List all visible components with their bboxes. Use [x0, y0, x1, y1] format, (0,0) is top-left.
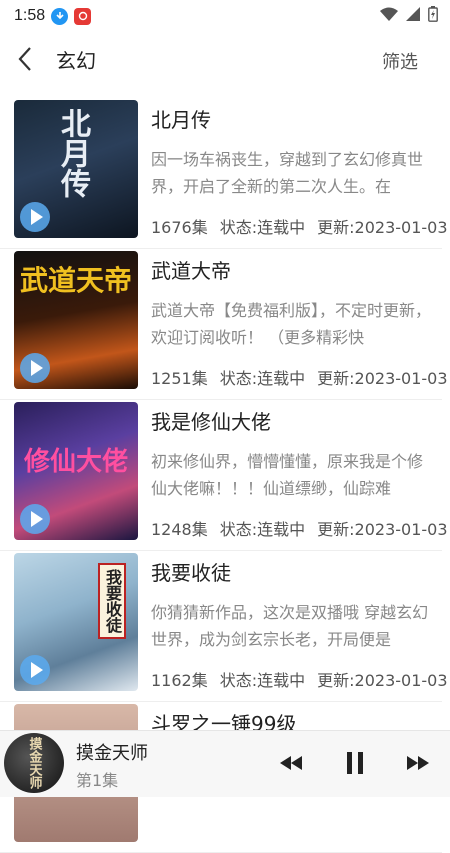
rewind-icon: [280, 756, 302, 770]
update-date: 更新:2023-01-03: [317, 369, 448, 388]
episode-count: 1162集: [151, 671, 208, 690]
list-item[interactable]: 我要收徒 我要收徒 你猜猜新作品，这次是双播哦 穿越玄幻世界，成为剑玄宗长老，开…: [0, 551, 448, 702]
battery-icon: [428, 6, 438, 26]
cover-title: 修仙大佬: [23, 447, 128, 477]
status-time: 1:58: [14, 7, 46, 24]
wifi-icon: [380, 7, 398, 25]
pause-icon: [347, 752, 363, 774]
download-icon: [51, 7, 69, 25]
episode-count: 1251集: [151, 369, 208, 388]
music-app-icon: [74, 7, 92, 25]
update-date: 更新:2023-01-03: [317, 218, 448, 237]
book-description: 武道大帝【免费福利版】，不定时更新，欢迎订阅收听！ （更多精彩快: [151, 301, 432, 347]
book-meta: 1162集 状态:连载中 更新:2023-01-03: [151, 667, 450, 691]
book-meta: 1248集 状态:连载中 更新:2023-01-03: [151, 516, 450, 540]
list-item[interactable]: 北月传 北月传 因一场车祸丧生，穿越到了玄幻修真世界，开启了全新的第二次人生。在…: [0, 98, 448, 249]
filter-button[interactable]: 筛选: [382, 48, 418, 74]
book-title: 北月传: [151, 108, 211, 132]
play-icon[interactable]: [20, 202, 50, 232]
mini-player[interactable]: 摸金天师 摸金天师 第1集: [0, 730, 450, 797]
book-cover[interactable]: 我要收徒: [14, 553, 138, 691]
app-header: 玄幻 筛选: [0, 32, 450, 86]
update-date: 更新:2023-01-03: [317, 671, 448, 690]
book-title: 我要收徒: [151, 561, 231, 585]
book-cover[interactable]: 北月传: [14, 100, 138, 238]
cover-title: 北月传: [55, 108, 90, 198]
play-icon[interactable]: [20, 504, 50, 534]
back-button[interactable]: [0, 32, 50, 86]
play-icon[interactable]: [20, 655, 50, 685]
book-cover[interactable]: 修仙大佬: [14, 402, 138, 540]
book-status: 状态:连载中: [219, 520, 306, 539]
book-description: 初来修仙界，懵懵懂懂，原来我是个修仙大佬嘛！！！仙道缥缈，仙踪难: [151, 452, 424, 498]
chevron-left-icon: [18, 47, 31, 71]
book-meta: 1676集 状态:连载中 更新:2023-01-03: [151, 214, 450, 238]
fast-forward-button[interactable]: [404, 749, 432, 777]
episode-count: 1248集: [151, 520, 208, 539]
player-cover[interactable]: 摸金天师: [4, 733, 64, 793]
book-title: 我是修仙大佬: [151, 410, 271, 434]
fast-forward-icon: [407, 756, 429, 770]
book-description: 因一场车祸丧生，穿越到了玄幻修真世界，开启了全新的第二次人生。在: [151, 150, 424, 196]
book-status: 状态:连载中: [219, 671, 306, 690]
signal-icon: [406, 7, 420, 25]
player-cover-title: 摸金天师: [26, 737, 42, 789]
play-icon[interactable]: [20, 353, 50, 383]
book-description: 你猜猜新作品，这次是双播哦 穿越玄幻世界，成为剑玄宗长老，开局便是: [151, 603, 429, 649]
book-status: 状态:连载中: [219, 369, 306, 388]
player-title: 摸金天师: [76, 743, 148, 764]
episode-count: 1676集: [151, 218, 208, 237]
cover-title: 我要收徒: [98, 563, 126, 639]
list-item[interactable]: 修仙大佬 我是修仙大佬 初来修仙界，懵懵懂懂，原来我是个修仙大佬嘛！！！仙道缥缈…: [0, 400, 448, 551]
update-date: 更新:2023-01-03: [317, 520, 448, 539]
cover-title: 武道天帝: [19, 264, 132, 297]
pause-button[interactable]: [341, 749, 369, 777]
book-cover[interactable]: 武道天帝: [14, 251, 138, 389]
status-bar: 1:58: [0, 0, 450, 32]
book-title: 武道大帝: [151, 259, 231, 283]
book-meta: 1251集 状态:连载中 更新:2023-01-03: [151, 365, 450, 389]
list-item[interactable]: 武道天帝 武道大帝 武道大帝【免费福利版】，不定时更新，欢迎订阅收听！ （更多精…: [0, 249, 448, 400]
book-status: 状态:连载中: [219, 218, 306, 237]
player-episode: 第1集: [76, 771, 119, 790]
rewind-button[interactable]: [277, 749, 305, 777]
page-title: 玄幻: [56, 48, 96, 73]
